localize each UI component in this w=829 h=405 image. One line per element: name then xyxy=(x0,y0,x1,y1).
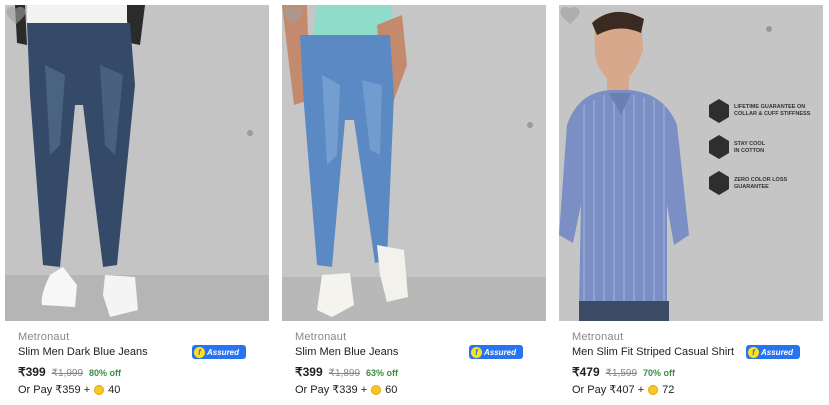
price-row: ₹479 ₹1,599 70% off xyxy=(572,365,675,379)
svg-text:STAY COOL: STAY COOL xyxy=(734,141,766,147)
coin-count: 40 xyxy=(108,383,121,396)
assured-logo-icon: f xyxy=(748,346,759,358)
product-card[interactable]: LIFETIME GUARANTEE ON COLLAR & CUFF STIF… xyxy=(559,0,823,405)
product-image[interactable] xyxy=(282,5,546,321)
coin-icon xyxy=(94,384,105,395)
svg-text:IN COTTON: IN COTTON xyxy=(734,148,764,154)
product-card[interactable]: Metronaut Slim Men Blue Jeans f Assured … xyxy=(282,0,546,405)
price-row: ₹399 ₹1,999 80% off xyxy=(18,365,121,379)
svg-text:COLLAR & CUFF STIFFNESS: COLLAR & CUFF STIFFNESS xyxy=(734,111,811,117)
product-title[interactable]: Men Slim Fit Striped Casual Shirt xyxy=(572,346,734,358)
svg-text:ZERO COLOR LOSS: ZERO COLOR LOSS xyxy=(734,177,788,183)
pay-with-coins: Or Pay ₹407 + 72 xyxy=(572,383,675,397)
product-image[interactable]: LIFETIME GUARANTEE ON COLLAR & CUFF STIF… xyxy=(559,5,823,321)
selling-price: ₹399 xyxy=(295,365,323,379)
coin-count: 72 xyxy=(662,383,675,396)
assured-badge: f Assured xyxy=(192,345,246,359)
coin-icon xyxy=(371,384,382,395)
product-title[interactable]: Slim Men Blue Jeans xyxy=(295,346,398,358)
brand-name: Metronaut xyxy=(295,331,347,343)
product-grid: Metronaut Slim Men Dark Blue Jeans f Ass… xyxy=(0,0,829,405)
product-card[interactable]: Metronaut Slim Men Dark Blue Jeans f Ass… xyxy=(5,0,269,405)
coin-icon xyxy=(648,384,659,395)
discount-label: 70% off xyxy=(643,368,676,378)
price-row: ₹399 ₹1,899 63% off xyxy=(295,365,398,379)
original-price: ₹1,599 xyxy=(605,368,638,379)
original-price: ₹1,999 xyxy=(51,368,84,379)
brand-name: Metronaut xyxy=(18,331,70,343)
selling-price: ₹399 xyxy=(18,365,46,379)
coin-count: 60 xyxy=(385,383,398,396)
discount-label: 80% off xyxy=(89,368,122,378)
product-image[interactable] xyxy=(5,5,269,321)
pay-with-coins: Or Pay ₹339 + 60 xyxy=(295,383,398,397)
selling-price: ₹479 xyxy=(572,365,600,379)
heart-icon[interactable] xyxy=(5,5,27,25)
assured-badge: f Assured xyxy=(746,345,800,359)
heart-icon[interactable] xyxy=(559,5,581,25)
assured-logo-icon: f xyxy=(194,346,205,358)
original-price: ₹1,899 xyxy=(328,368,361,379)
assured-logo-icon: f xyxy=(471,346,482,358)
brand-name: Metronaut xyxy=(572,331,624,343)
heart-icon[interactable] xyxy=(282,5,304,25)
assured-badge: f Assured xyxy=(469,345,523,359)
svg-text:LIFETIME GUARANTEE ON: LIFETIME GUARANTEE ON xyxy=(734,104,805,110)
svg-text:GUARANTEE: GUARANTEE xyxy=(734,184,769,190)
discount-label: 63% off xyxy=(366,368,399,378)
pay-with-coins: Or Pay ₹359 + 40 xyxy=(18,383,121,397)
product-title[interactable]: Slim Men Dark Blue Jeans xyxy=(18,346,148,358)
